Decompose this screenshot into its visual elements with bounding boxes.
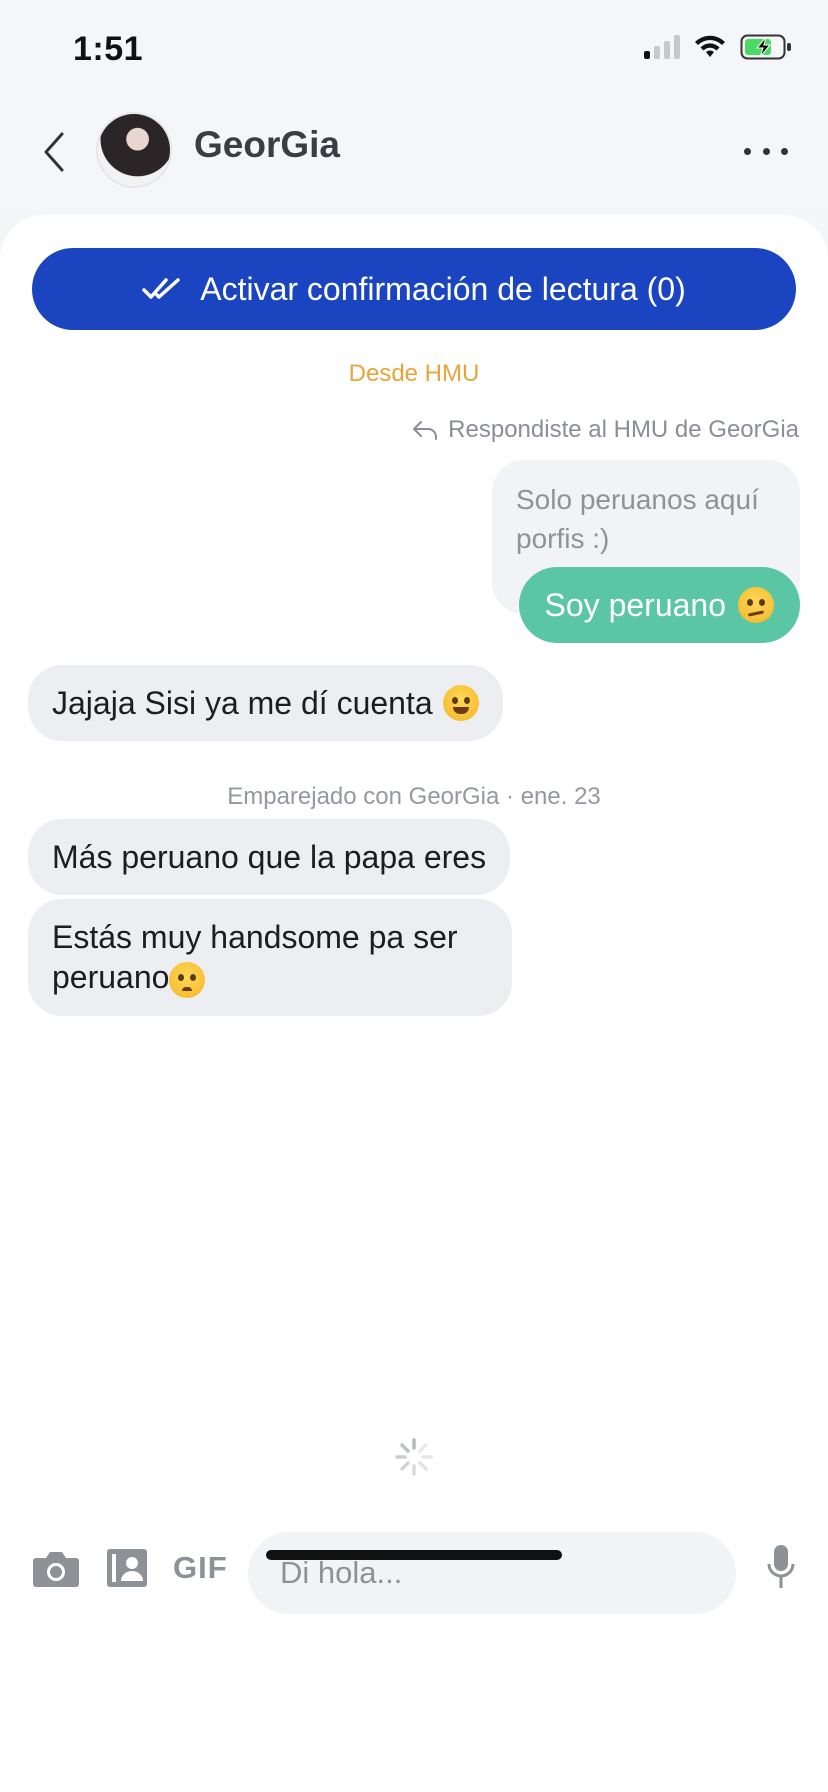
contact-avatar[interactable] xyxy=(98,114,170,186)
more-options-button[interactable] xyxy=(744,136,788,166)
voice-message-button[interactable] xyxy=(766,1544,796,1590)
received-message-text: Jajaja Sisi ya me dí cuenta xyxy=(52,684,433,721)
contact-card-icon xyxy=(107,1549,147,1587)
spinner-icon xyxy=(395,1438,433,1476)
contact-name[interactable]: GeorGia xyxy=(194,124,340,166)
received-message-text: Estás muy handsome pa ser peruano xyxy=(52,919,458,995)
match-note: Emparejado con GeorGia · ene. 23 xyxy=(227,783,601,810)
gif-button[interactable]: GIF xyxy=(173,1550,228,1586)
status-icons xyxy=(644,34,792,60)
status-bar: 1:51 xyxy=(0,0,828,100)
message-composer: GIF xyxy=(0,1510,828,1620)
source-label: Desde HMU xyxy=(348,360,480,387)
more-horizontal-icon xyxy=(744,147,751,155)
reply-note: Respondiste al HMU de GeorGia xyxy=(412,416,799,444)
cellular-signal-icon xyxy=(644,35,680,59)
contact-card-button[interactable] xyxy=(106,1548,148,1588)
read-receipts-label: Activar confirmación de lectura (0) xyxy=(200,270,686,307)
tears-of-joy-emoji-icon xyxy=(442,685,479,721)
wifi-icon xyxy=(695,35,725,57)
chat-screen: 1:51 GeorGia Activar confirmación de lec… xyxy=(0,0,828,1792)
status-time: 1:51 xyxy=(73,30,144,68)
chat-header: GeorGia xyxy=(0,100,828,215)
quoted-text: Solo peruanos aquí porfis :) xyxy=(516,484,759,554)
battery-charging-icon xyxy=(740,34,791,60)
reply-note-text: Respondiste al HMU de GeorGia xyxy=(448,416,799,443)
sent-message-bubble[interactable]: Soy peruano xyxy=(518,567,800,643)
camera-button[interactable] xyxy=(32,1548,80,1588)
pleading-face-emoji-icon xyxy=(169,961,206,998)
camera-icon xyxy=(33,1552,79,1587)
received-message-bubble[interactable]: Jajaja Sisi ya me dí cuenta xyxy=(28,665,503,741)
activate-read-receipts-button[interactable]: Activar confirmación de lectura (0) xyxy=(32,248,796,330)
received-message-bubble[interactable]: Más peruano que la papa eres xyxy=(28,819,511,895)
reply-arrow-icon xyxy=(413,421,438,440)
home-indicator xyxy=(266,1550,562,1560)
thinking-face-emoji-icon xyxy=(738,587,774,623)
microphone-icon xyxy=(767,1545,795,1588)
double-check-icon xyxy=(142,278,180,299)
back-button[interactable] xyxy=(36,122,72,182)
sent-message-text: Soy peruano xyxy=(544,586,726,623)
message-input[interactable] xyxy=(248,1532,736,1614)
received-message-text: Más peruano que la papa eres xyxy=(52,838,487,875)
chevron-left-icon xyxy=(44,132,64,172)
received-message-bubble[interactable]: Estás muy handsome pa ser peruano xyxy=(28,899,512,1016)
